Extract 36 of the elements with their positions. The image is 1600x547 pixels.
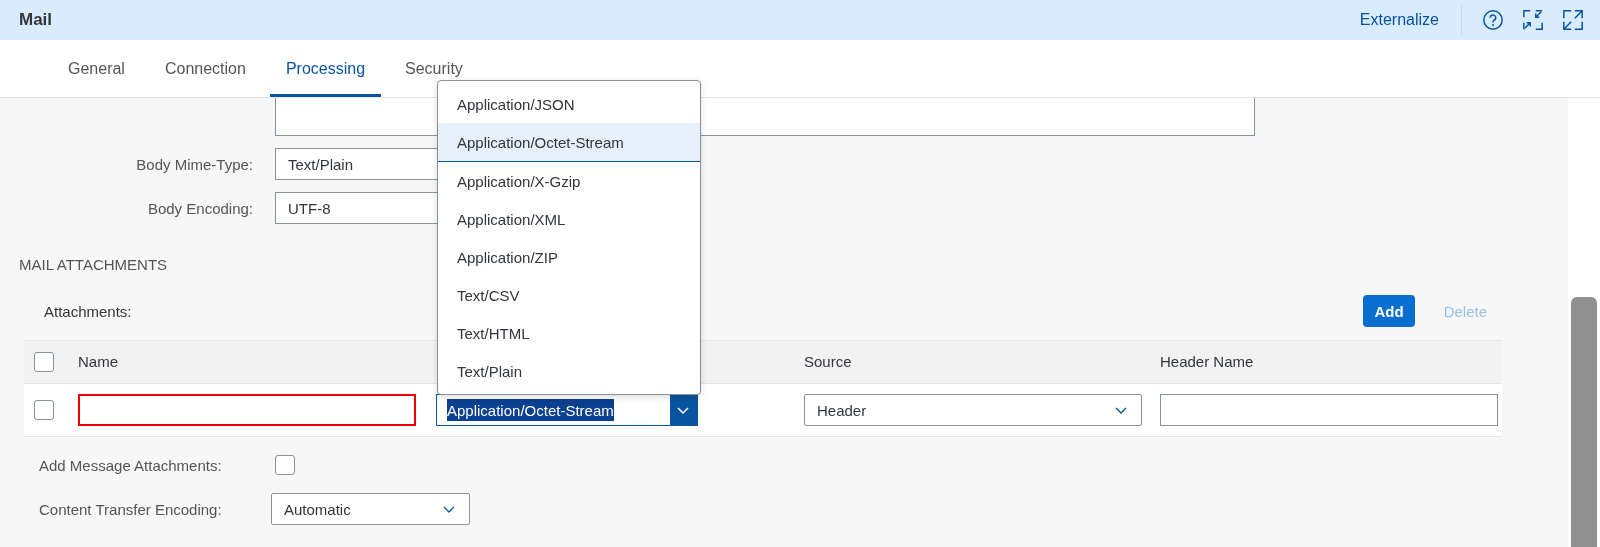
column-header: Header Name (1160, 353, 1254, 370)
dropdown-option[interactable]: Application/JSON (438, 85, 700, 123)
tab[interactable]: Connection (148, 40, 262, 97)
window-title: Mail (19, 10, 53, 30)
checkbox[interactable] (34, 400, 54, 420)
dropdown-option[interactable]: Text/HTML (438, 314, 700, 352)
attachments-label: Attachments: (44, 302, 132, 320)
exit-fullscreen-icon[interactable] (1522, 9, 1544, 31)
externalize-link[interactable]: Externalize (1359, 11, 1439, 29)
add-button[interactable]: Add (1363, 295, 1415, 327)
header-name-input[interactable] (1160, 394, 1498, 426)
field-label: Body Mime-Type: (135, 155, 253, 173)
column-header: Source (804, 353, 852, 370)
scrollbar-thumb[interactable] (1571, 297, 1597, 547)
dropdown-option[interactable]: Application/X-Gzip (438, 162, 700, 200)
checkbox[interactable] (275, 455, 295, 475)
dropdown-option[interactable]: Text/Plain (438, 352, 700, 390)
dropdown-option[interactable]: Application/ZIP (438, 238, 700, 276)
type-combo-box[interactable]: Application/Octet-Stream (436, 394, 698, 426)
select-field[interactable]: Text/Plain (275, 148, 437, 180)
dropdown-option[interactable]: Application/Octet-Stream (438, 123, 700, 162)
field-label: Add Message Attachments: (39, 456, 223, 474)
field-label: Body Encoding: (146, 199, 253, 217)
section-title: MAIL ATTACHMENTS (19, 256, 168, 273)
name-input[interactable] (78, 394, 416, 426)
source-select[interactable]: Header (804, 394, 1142, 426)
select-field[interactable]: UTF-8 (275, 192, 437, 224)
checkbox[interactable] (34, 352, 54, 372)
column-header: Name (78, 353, 118, 370)
help-icon[interactable] (1482, 9, 1504, 31)
encoding-select[interactable]: Automatic (271, 493, 470, 525)
tab[interactable]: General (52, 40, 141, 97)
dropdown-option[interactable]: Text/CSV (438, 276, 700, 314)
dropdown-option[interactable]: Application/XML (438, 200, 700, 238)
field-label: Content Transfer Encoding: (39, 500, 223, 518)
fullscreen-icon[interactable] (1562, 9, 1584, 31)
